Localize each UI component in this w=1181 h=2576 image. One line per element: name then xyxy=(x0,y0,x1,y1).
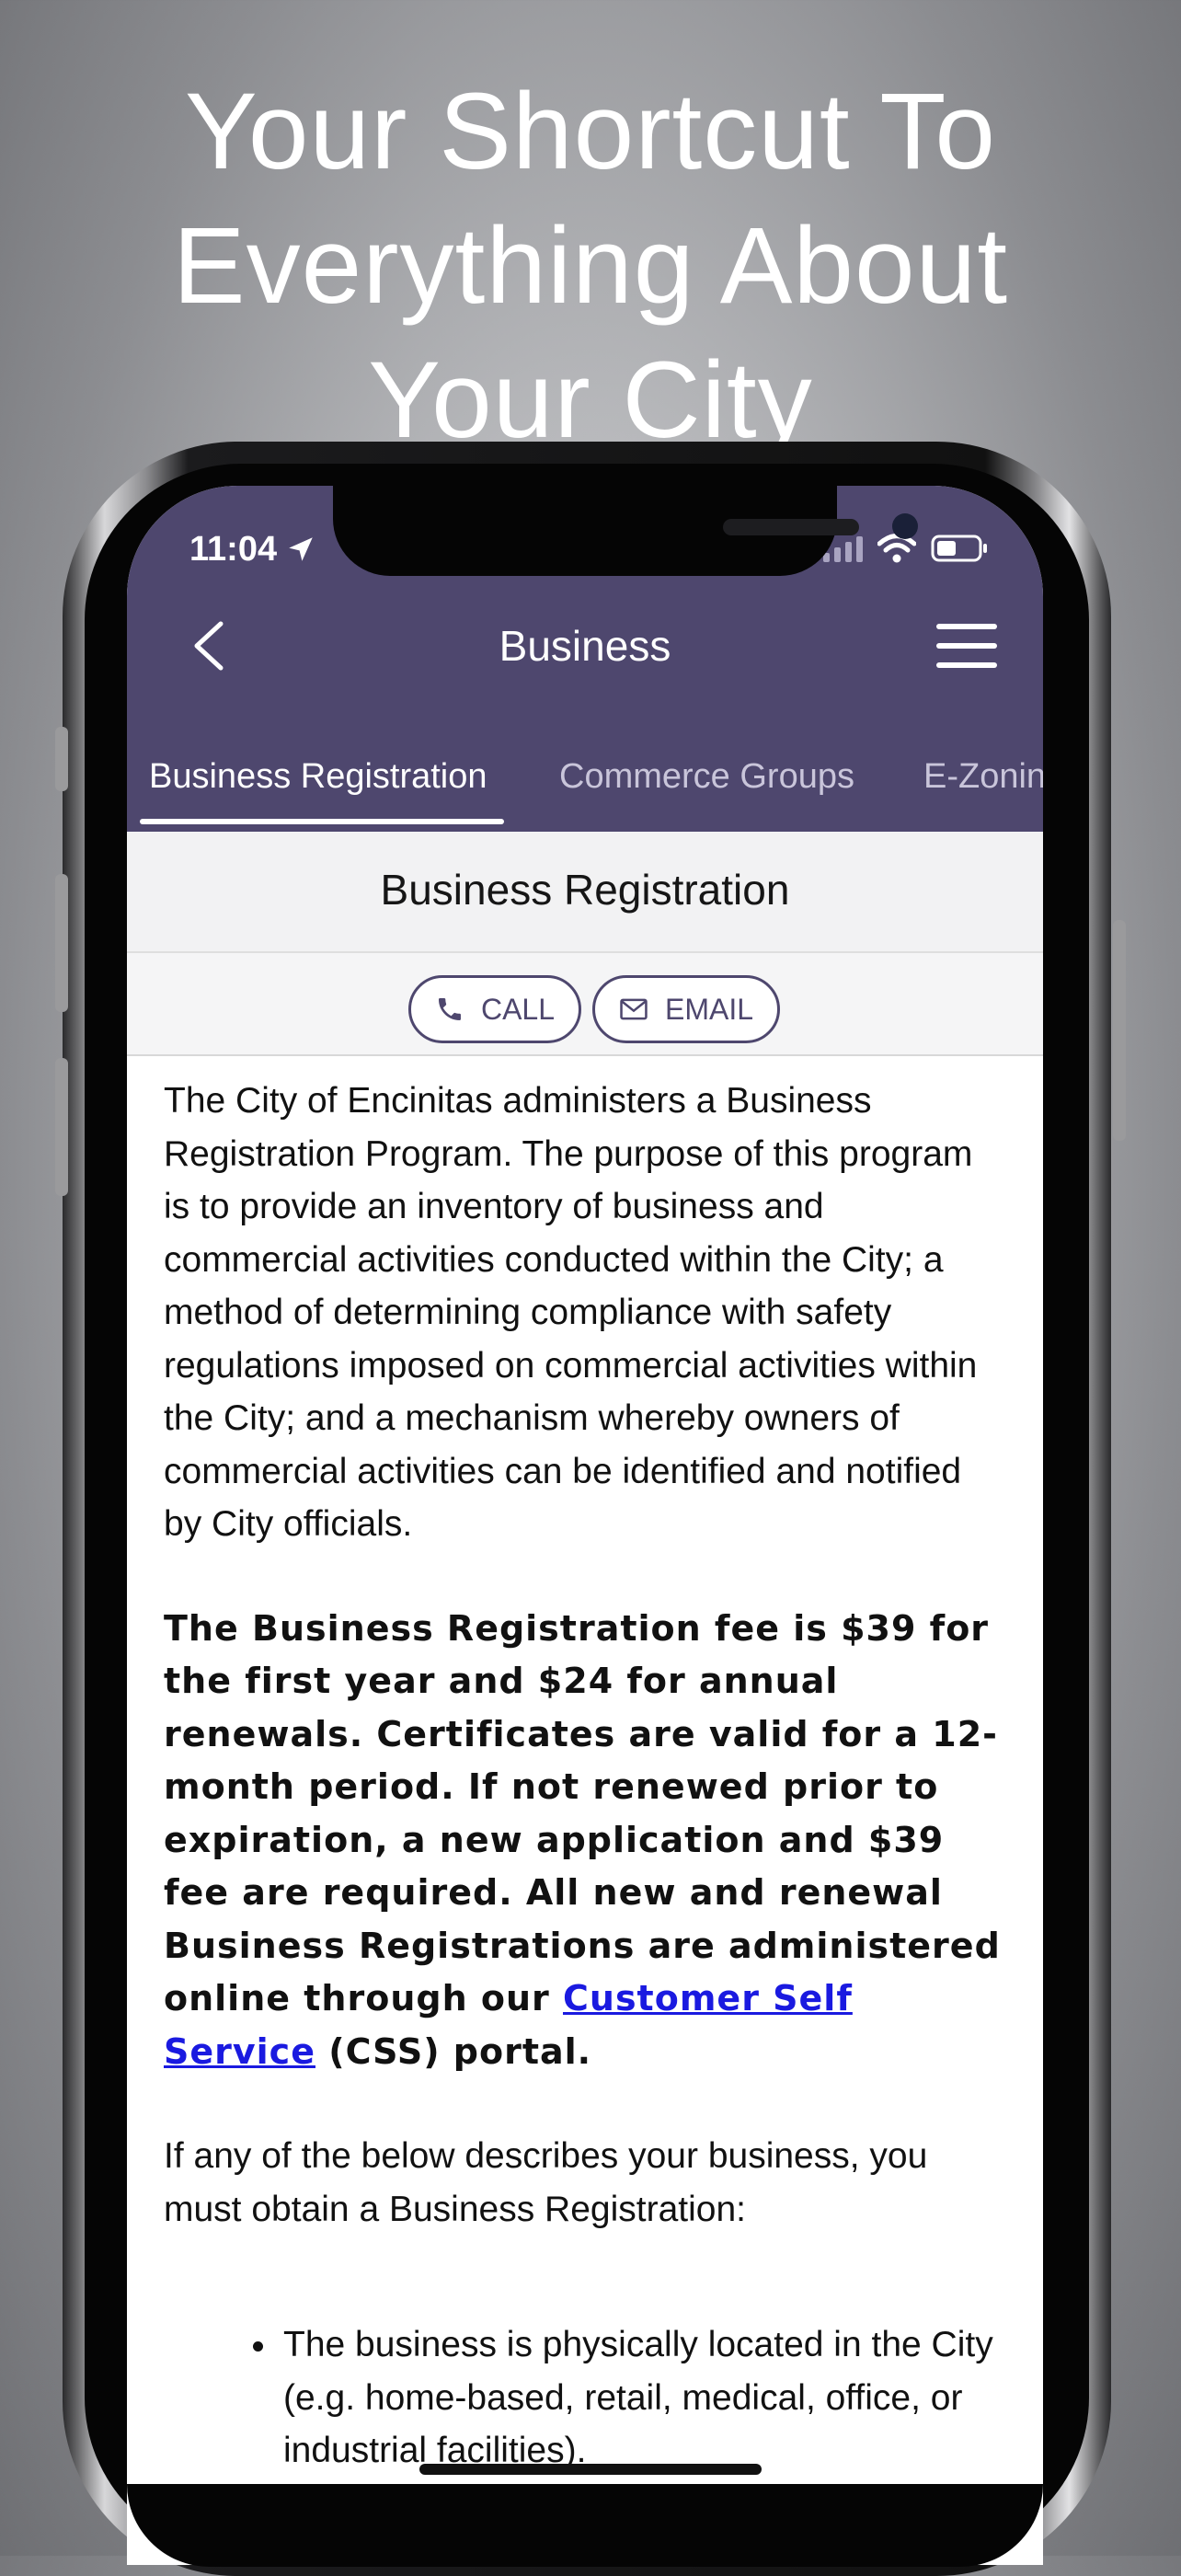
fee-text: The Business Registration fee is $39 for… xyxy=(164,1607,1001,2019)
front-camera xyxy=(892,513,918,539)
envelope-icon xyxy=(620,998,648,1020)
mute-switch xyxy=(55,727,68,791)
battery-icon xyxy=(931,535,987,562)
paragraph-intro: The City of Encinitas administers a Busi… xyxy=(164,1081,978,1544)
page-title: Business xyxy=(499,622,671,670)
tab-bar: Business Registration Commerce Groups E-… xyxy=(127,732,1043,832)
paragraph-requirement: If any of the below describes your busin… xyxy=(164,2136,928,2229)
power-button xyxy=(1113,920,1126,1141)
phone-bottom-bezel xyxy=(127,2484,1043,2567)
email-button[interactable]: EMAIL xyxy=(592,975,780,1043)
active-tab-indicator xyxy=(140,819,504,824)
requirement-list: The business is physically located in th… xyxy=(164,2318,1006,2478)
content-body: The City of Encinitas administers a Busi… xyxy=(164,1075,1006,2478)
speaker-grille xyxy=(723,519,859,535)
headline-line-2: Everything About xyxy=(172,205,1009,327)
status-time: 11:04 xyxy=(189,530,278,569)
phone-notch xyxy=(333,486,918,576)
contact-actions: CALL EMAIL xyxy=(127,953,1043,1056)
fee-text-end: (CSS) portal. xyxy=(315,2030,592,2072)
tab-commerce-groups[interactable]: Commerce Groups xyxy=(559,732,854,828)
wifi-icon xyxy=(877,534,916,563)
promo-headline: Your Shortcut To Everything About Your C… xyxy=(0,64,1181,467)
headline-line-1: Your Shortcut To xyxy=(185,71,996,192)
list-item: The business is physically located in th… xyxy=(280,2318,1006,2478)
volume-up-button xyxy=(55,874,68,1012)
section-header: Business Registration xyxy=(127,832,1043,953)
home-indicator[interactable] xyxy=(419,2464,762,2475)
hamburger-menu-icon[interactable] xyxy=(936,624,997,668)
phone-screen: 11:04 Business Business Registration Com… xyxy=(127,486,1043,2565)
tab-e-zoning[interactable]: E-Zonin xyxy=(923,732,1043,828)
section-title: Business Registration xyxy=(380,866,790,914)
call-button[interactable]: CALL xyxy=(408,975,581,1043)
paragraph-fee: The Business Registration fee is $39 for… xyxy=(164,1603,1006,2079)
phone-icon xyxy=(438,998,461,1020)
location-arrow-icon xyxy=(289,537,313,561)
tab-business-registration[interactable]: Business Registration xyxy=(149,732,487,828)
call-label: CALL xyxy=(480,992,555,1026)
volume-down-button xyxy=(55,1058,68,1196)
email-label: EMAIL xyxy=(664,992,753,1026)
